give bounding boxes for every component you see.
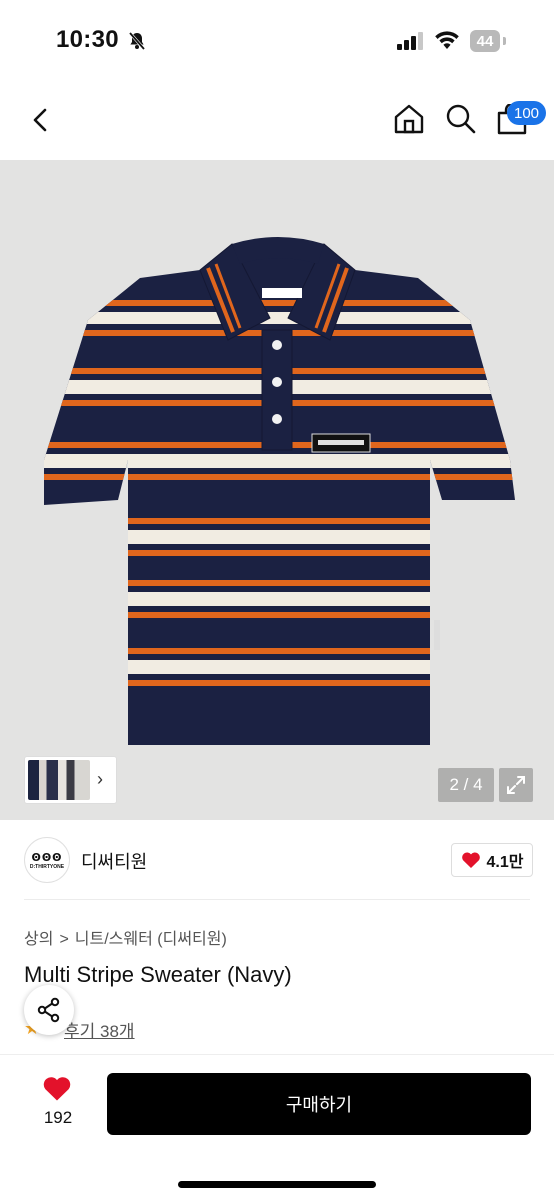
- search-button[interactable]: [444, 102, 478, 141]
- sweater-stripe: [44, 550, 515, 556]
- brand-logo-mark: ꙨꙨꙨ: [31, 851, 63, 864]
- bell-off-icon: [127, 31, 147, 56]
- breadcrumb-item[interactable]: 니트/스웨터 (디써티원): [75, 931, 227, 948]
- thumbnail-image[interactable]: [28, 760, 90, 800]
- divider: [0, 1054, 554, 1055]
- back-button[interactable]: [24, 100, 60, 140]
- brand-name[interactable]: 디써티원: [81, 848, 147, 874]
- heart-icon: [43, 1077, 71, 1101]
- breadcrumb-separator: >: [59, 931, 69, 948]
- divider: [24, 899, 530, 900]
- brand-logo[interactable]: ꙨꙨꙨ D:THIRTYONE: [24, 837, 70, 883]
- wifi-icon: [434, 30, 460, 55]
- sweater-stripe: [44, 580, 515, 586]
- sweater-stripe: [44, 300, 515, 306]
- signal-icon: [397, 32, 425, 55]
- home-indicator: [178, 1181, 376, 1188]
- expand-icon: [507, 776, 525, 794]
- sweater-stripe: [44, 312, 515, 324]
- review-link[interactable]: 후기 38개: [64, 1017, 135, 1042]
- image-pager: 2 / 4: [438, 768, 494, 802]
- product-title: Multi Stripe Sweater (Navy): [24, 962, 292, 987]
- sweater-stripe: [44, 454, 515, 468]
- brand-like-button[interactable]: 4.1만: [451, 843, 533, 877]
- thumbnail-strip[interactable]: ›: [24, 756, 117, 804]
- sweater-stripe: [44, 530, 515, 544]
- sweater-stripe: [44, 660, 515, 674]
- chevron-left-icon: [33, 108, 47, 132]
- sweater-stripe: [44, 474, 515, 480]
- cart-count-badge: 100: [507, 101, 547, 125]
- expand-button[interactable]: [499, 768, 533, 802]
- battery-indicator: 44: [470, 30, 500, 52]
- sweater-stripe: [44, 518, 515, 524]
- sweater-illustration: [44, 237, 515, 745]
- home-icon: [394, 104, 424, 134]
- sweater-stripe: [44, 612, 515, 618]
- brand-like-count: 4.1만: [486, 854, 524, 871]
- sweater-stripe: [44, 680, 515, 686]
- product-image[interactable]: [0, 160, 554, 820]
- breadcrumb: 상의 > 니트/스웨터 (디써티원): [24, 925, 227, 949]
- breadcrumb-item[interactable]: 상의: [24, 931, 53, 948]
- battery-tip: [503, 37, 506, 45]
- chevron-right-icon: ›: [97, 769, 103, 789]
- sweater-stripe: [44, 648, 515, 654]
- home-button[interactable]: [392, 102, 426, 141]
- search-icon: [446, 104, 476, 134]
- sweater-stripe: [44, 592, 515, 606]
- wishlist-button[interactable]: [42, 1075, 72, 1107]
- share-icon: [37, 997, 60, 1023]
- heart-icon: [461, 852, 480, 868]
- share-button[interactable]: [24, 985, 74, 1035]
- status-time: 10:30: [56, 26, 119, 53]
- buy-button[interactable]: 구매하기: [107, 1073, 531, 1135]
- wishlist-count: 192: [43, 1108, 73, 1127]
- brand-logo-text: D:THIRTYONE: [29, 863, 65, 870]
